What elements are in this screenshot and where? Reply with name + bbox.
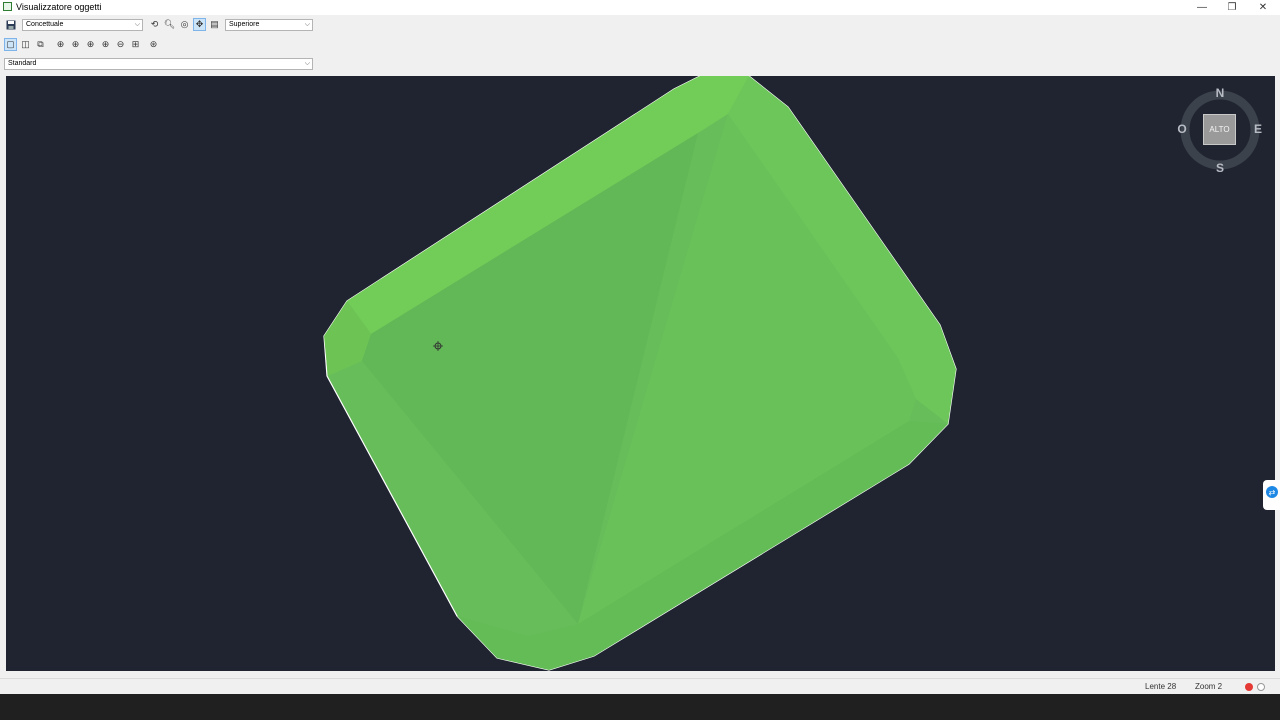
- parallel-view-button[interactable]: ▢: [4, 38, 17, 51]
- save-button[interactable]: [4, 18, 17, 31]
- pan-icon: ✥: [195, 19, 204, 29]
- orbit-icon: ⟲: [150, 19, 159, 29]
- toolbar-row-2: ▢ ◫ ⧉ ⊕ ⊕ ⊕ ⊕ ⊖ ⊞ ⊛: [0, 37, 1280, 55]
- zoom-out-button[interactable]: ⊖: [114, 38, 127, 51]
- zoom-realtime-icon: ⊕: [56, 39, 65, 49]
- object-viewer-window: Visualizzatore oggetti — ❐ ✕ Concettuale…: [0, 0, 1280, 694]
- free-orbit-button[interactable]: ◎: [178, 18, 191, 31]
- lens-status: Lente 28: [1145, 682, 1177, 691]
- record-indicator-icon[interactable]: [1245, 683, 1253, 691]
- compass-south-label[interactable]: S: [1214, 161, 1226, 175]
- steering-wheel-icon: ⊛: [149, 39, 158, 49]
- steering-wheel-button[interactable]: ⊛: [147, 38, 160, 51]
- toolbar-row-3: Standard ⌵: [0, 56, 1280, 74]
- ucs-button[interactable]: ⧉: [34, 38, 47, 51]
- 3d-viewport[interactable]: N S E O ALTO: [6, 76, 1275, 671]
- zoom-window-button[interactable]: ⊕: [69, 38, 82, 51]
- pan-button[interactable]: ✥: [193, 18, 206, 31]
- viewcube-top-face[interactable]: ALTO: [1203, 114, 1236, 145]
- zoom-in-button[interactable]: ⊕: [99, 38, 112, 51]
- title-bar: Visualizzatore oggetti — ❐ ✕: [0, 0, 1280, 15]
- cube-icon: ▢: [6, 39, 15, 49]
- minimize-icon: —: [1197, 2, 1207, 13]
- zoom-extents-button[interactable]: ⊕: [84, 38, 97, 51]
- view-preset-value: Standard: [8, 60, 37, 67]
- restore-button[interactable]: ❐: [1217, 0, 1247, 15]
- save-icon: [6, 20, 15, 29]
- magnifier-icon: 🔍︎: [163, 19, 176, 29]
- view-value: Superiore: [229, 21, 260, 28]
- zoom-out-icon: ⊖: [116, 39, 125, 49]
- chevron-down-icon: ⌵: [134, 21, 140, 28]
- window-title: Visualizzatore oggetti: [16, 2, 102, 12]
- camera-icon: ▤: [210, 19, 219, 29]
- compass-east-label[interactable]: E: [1252, 122, 1264, 136]
- visual-style-value: Concettuale: [26, 21, 64, 28]
- named-views-button[interactable]: ▤: [208, 18, 221, 31]
- zoom-realtime-button[interactable]: ⊕: [54, 38, 67, 51]
- ucs-icon: ⧉: [37, 39, 44, 49]
- restore-icon: ❐: [1227, 2, 1237, 13]
- status-bar: Lente 28 Zoom 2: [0, 678, 1280, 694]
- minimize-button[interactable]: —: [1187, 0, 1217, 15]
- chevron-down-icon: ⌵: [304, 21, 310, 28]
- zoom-window-icon: ⊕: [71, 39, 80, 49]
- chevron-down-icon: ⌵: [304, 60, 310, 67]
- compass-north-label[interactable]: N: [1214, 86, 1226, 100]
- close-icon: ✕: [1258, 2, 1268, 13]
- zoom-all-icon: ⊞: [131, 39, 140, 49]
- zoom-status: Zoom 2: [1195, 682, 1223, 691]
- free-orbit-icon: ◎: [180, 19, 189, 29]
- visual-style-select[interactable]: Concettuale ⌵: [22, 19, 143, 31]
- app-icon: [3, 2, 12, 11]
- viewcube[interactable]: N S E O ALTO: [1176, 86, 1264, 175]
- object-render: [323, 76, 957, 671]
- view-select[interactable]: Superiore ⌵: [225, 19, 313, 31]
- zoom-all-button[interactable]: ⊞: [129, 38, 142, 51]
- remote-side-tab[interactable]: ⇄: [1263, 480, 1280, 510]
- orbit-button[interactable]: ⟲: [148, 18, 161, 31]
- close-button[interactable]: ✕: [1248, 0, 1278, 15]
- view-preset-select[interactable]: Standard ⌵: [4, 58, 313, 70]
- remote-arrows-icon: ⇄: [1266, 486, 1278, 498]
- idle-indicator-icon[interactable]: [1257, 683, 1265, 691]
- compass-west-label[interactable]: O: [1176, 122, 1188, 136]
- perspective-cube-icon: ◫: [21, 39, 30, 49]
- zoom-button[interactable]: 🔍︎: [163, 18, 176, 31]
- zoom-in-icon: ⊕: [101, 39, 110, 49]
- zoom-extents-icon: ⊕: [86, 39, 95, 49]
- toolbar-row-1: Concettuale ⌵ ⟲ 🔍︎ ◎ ✥ ▤ Superiore ⌵: [0, 16, 1280, 34]
- perspective-view-button[interactable]: ◫: [19, 38, 32, 51]
